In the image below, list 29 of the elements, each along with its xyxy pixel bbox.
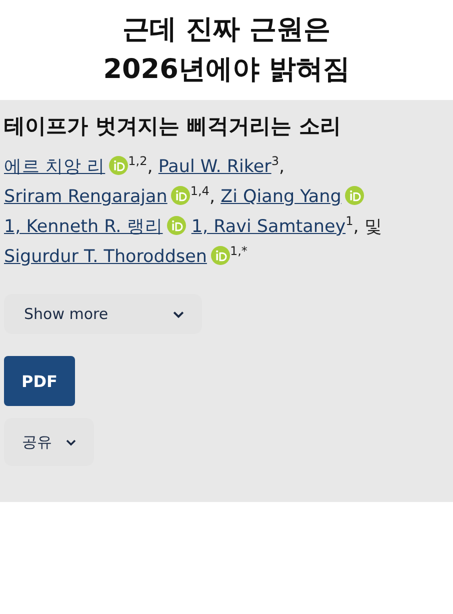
affiliation-mark: 1,4	[190, 184, 210, 198]
chevron-icon	[66, 438, 76, 446]
id-badge-icon[interactable]	[210, 246, 230, 265]
author-link[interactable]: Paul W. Riker	[158, 157, 272, 177]
author-link[interactable]: Sigurdur T. Thoroddsen	[4, 247, 207, 267]
show-more-button[interactable]: Show more	[4, 294, 202, 334]
article-title: 테이프가 벗겨지는 삐걱거리는 소리	[4, 113, 342, 140]
id-badge-icon[interactable]	[109, 156, 128, 175]
author-link[interactable]: Sriram Rengarajan	[4, 187, 168, 207]
affiliation-mark: 1,2	[128, 154, 148, 168]
author-link[interactable]: Zi Qiang Yang	[220, 187, 342, 207]
chevron-icon	[173, 310, 184, 318]
id-badge-icon[interactable]	[166, 216, 186, 235]
author-link[interactable]: 1, Ravi Samtaney	[191, 217, 346, 237]
separator-text: , 및	[353, 217, 382, 237]
separator-text: ,	[147, 157, 153, 177]
affiliation-mark: 3	[271, 154, 279, 168]
pdf-button[interactable]: PDF	[4, 356, 75, 406]
share-button[interactable]: 공유	[4, 418, 94, 466]
affiliation-mark: 1	[346, 214, 354, 228]
separator-text: ,	[209, 187, 216, 207]
affiliation-mark: 1,*	[230, 244, 248, 258]
caption-text: 근데 진짜 근원은	[122, 13, 330, 47]
id-badge-icon[interactable]	[345, 186, 364, 205]
id-badge-icon[interactable]	[171, 186, 190, 205]
separator-text: ,	[278, 157, 285, 177]
caption-text: 2026년에야 밝혀짐	[103, 53, 350, 87]
author-link[interactable]: 1, Kenneth R. 랭리	[4, 217, 163, 237]
author-link[interactable]: 에르 치앙 리	[4, 157, 106, 177]
